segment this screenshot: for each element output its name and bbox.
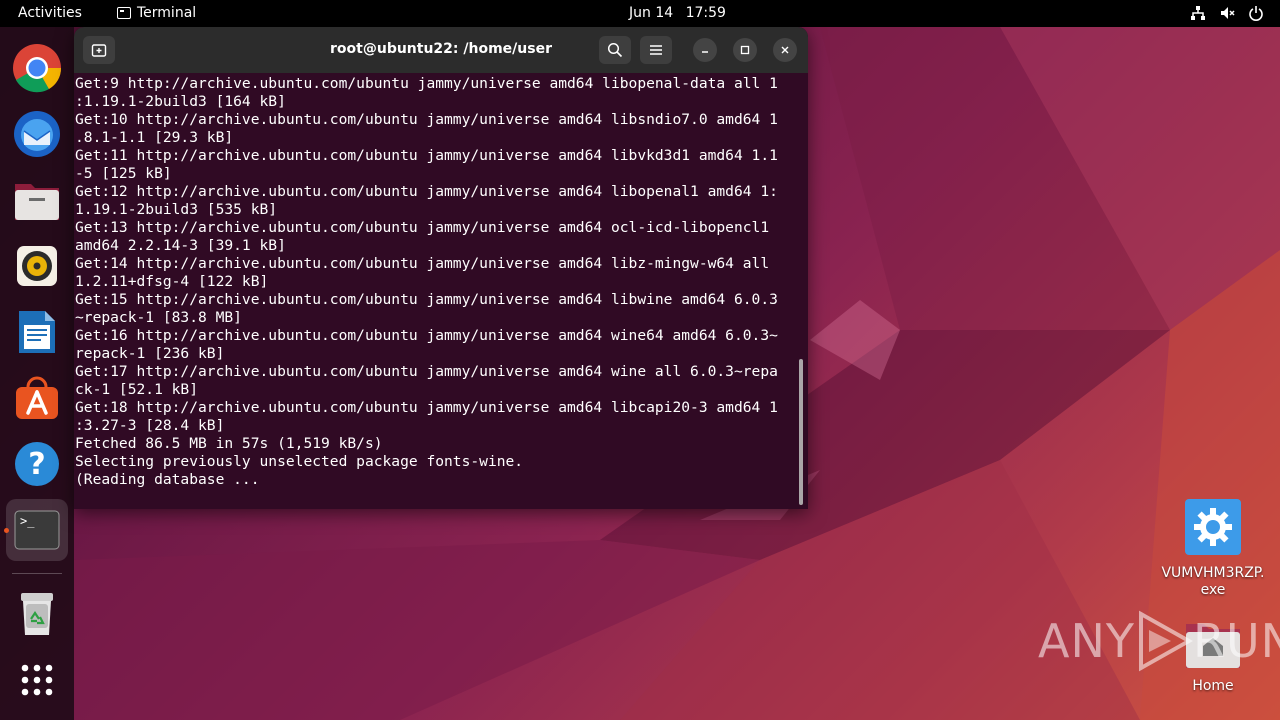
files-icon xyxy=(15,184,59,220)
dock-trash[interactable] xyxy=(6,583,68,645)
volume-muted-icon xyxy=(1221,7,1235,19)
dock-rhythmbox[interactable] xyxy=(6,235,68,297)
dock-separator xyxy=(12,573,62,574)
thunderbird-icon xyxy=(14,111,60,157)
desktop-icon-label: Home xyxy=(1192,678,1234,694)
terminal-line: :1.19.1-2build3 [164 kB] xyxy=(75,93,286,110)
watermark-text-left: ANY xyxy=(1038,614,1135,668)
dock-thunderbird[interactable] xyxy=(6,103,68,165)
app-center-icon xyxy=(16,376,58,419)
terminal-line: repack-1 [236 kB] xyxy=(75,345,225,362)
trash-icon xyxy=(21,593,53,635)
running-indicator xyxy=(4,528,9,533)
terminal-output[interactable]: Get:9 http://archive.ubuntu.com/ubuntu j… xyxy=(75,75,799,505)
play-logo-icon xyxy=(1138,610,1193,672)
terminal-line: Get:13 http://archive.ubuntu.com/ubuntu … xyxy=(75,219,770,236)
terminal-window[interactable]: root@ubuntu22: /home/user Get:9 http://a… xyxy=(74,27,808,509)
terminal-line: 1.19.1-2build3 [535 kB] xyxy=(75,201,278,218)
close-button[interactable] xyxy=(773,38,797,62)
terminal-line: Get:10 http://archive.ubuntu.com/ubuntu … xyxy=(75,111,778,128)
clock-date: Jun 14 xyxy=(629,5,674,21)
terminal-line: 1.2.11+dfsg-4 [122 kB] xyxy=(75,273,269,290)
terminal-scrollbar[interactable] xyxy=(799,359,803,505)
minimize-button[interactable] xyxy=(693,38,717,62)
svg-text:?: ? xyxy=(28,447,45,482)
menu-button[interactable] xyxy=(640,36,672,64)
terminal-line: -5 [125 kB] xyxy=(75,165,172,182)
terminal-line: Get:16 http://archive.ubuntu.com/ubuntu … xyxy=(75,327,778,344)
desktop-icon-label: VUMVHM3RZP. xyxy=(1161,565,1265,581)
terminal-line: ~repack-1 [83.8 MB] xyxy=(75,309,242,326)
watermark-text-right: RUN xyxy=(1192,614,1280,668)
rhythmbox-icon xyxy=(17,246,57,286)
power-icon xyxy=(1249,6,1263,21)
hamburger-menu-icon xyxy=(650,45,662,55)
terminal-line: Get:11 http://archive.ubuntu.com/ubuntu … xyxy=(75,147,778,164)
svg-text:>_: >_ xyxy=(20,514,35,528)
dock-writer[interactable] xyxy=(6,301,68,363)
dock-help[interactable]: ? xyxy=(6,433,68,495)
chrome-icon xyxy=(13,44,62,93)
system-tray[interactable] xyxy=(1190,5,1264,21)
terminal-icon: >_ xyxy=(14,510,60,550)
grid-icon xyxy=(21,664,53,696)
desktop: Activities Terminal Jun 14 17:59 ? >_ ro… xyxy=(0,0,1280,720)
terminal-header-bar[interactable]: root@ubuntu22: /home/user xyxy=(74,27,808,73)
network-icon xyxy=(1191,6,1205,20)
dock-show-apps[interactable] xyxy=(6,649,68,711)
terminal-line: .8.1-1.1 [29.3 kB] xyxy=(75,129,234,146)
terminal-line: Get:14 http://archive.ubuntu.com/ubuntu … xyxy=(75,255,770,272)
help-icon: ? xyxy=(15,442,59,486)
terminal-line: Fetched 86.5 MB in 57s (1,519 kB/s) xyxy=(75,435,383,452)
gear-icon xyxy=(1185,499,1241,555)
dock-chrome[interactable] xyxy=(6,37,68,99)
maximize-icon xyxy=(740,45,750,55)
dock-files[interactable] xyxy=(6,169,68,231)
anyrun-watermark: ANY RUN xyxy=(1038,606,1280,676)
search-button[interactable] xyxy=(599,36,631,64)
terminal-line: Get:18 http://archive.ubuntu.com/ubuntu … xyxy=(75,399,778,416)
terminal-line: Get:12 http://archive.ubuntu.com/ubuntu … xyxy=(75,183,778,200)
desktop-icon-label-ext: exe xyxy=(1200,582,1226,598)
maximize-button[interactable] xyxy=(733,38,757,62)
dock: ? >_ xyxy=(0,27,74,720)
terminal-line: :3.27-3 [28.4 kB] xyxy=(75,417,225,434)
search-icon xyxy=(607,42,623,58)
clock[interactable]: Jun 14 17:59 xyxy=(0,5,1280,21)
terminal-line: Get:17 http://archive.ubuntu.com/ubuntu … xyxy=(75,363,778,380)
terminal-line: ck-1 [52.1 kB] xyxy=(75,381,199,398)
top-bar: Activities Terminal Jun 14 17:59 xyxy=(0,0,1280,27)
terminal-line: Get:15 http://archive.ubuntu.com/ubuntu … xyxy=(75,291,778,308)
clock-time: 17:59 xyxy=(685,5,726,21)
minimize-icon xyxy=(702,51,708,53)
terminal-line: Get:9 http://archive.ubuntu.com/ubuntu j… xyxy=(75,75,778,92)
terminal-line: (Reading database ... xyxy=(75,471,269,488)
desktop-icon-exe[interactable]: VUMVHM3RZP. exe xyxy=(1158,498,1268,599)
writer-icon xyxy=(19,311,55,353)
dock-app-center[interactable] xyxy=(6,367,68,429)
dock-terminal[interactable]: >_ xyxy=(6,499,68,561)
close-icon xyxy=(781,46,789,54)
terminal-line: Selecting previously unselected package … xyxy=(75,453,524,470)
terminal-line: amd64 2.2.14-3 [39.1 kB] xyxy=(75,237,286,254)
